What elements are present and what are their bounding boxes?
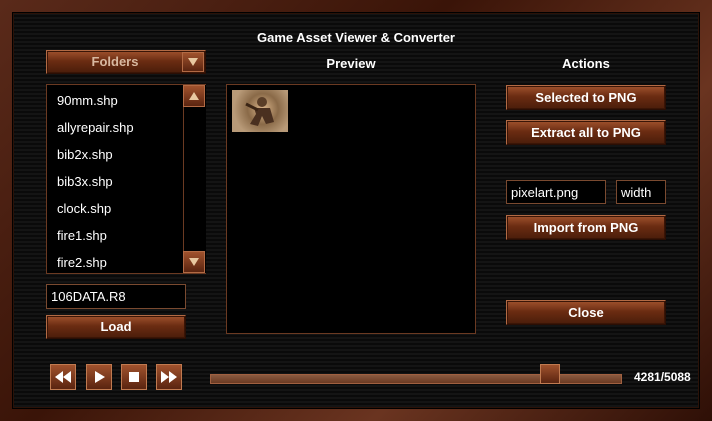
- list-item[interactable]: clock.shp: [47, 195, 183, 222]
- window-title: Game Asset Viewer & Converter: [257, 30, 455, 45]
- width-value: width: [621, 184, 652, 200]
- folders-label: Folders: [91, 54, 139, 69]
- chevron-up-icon: [189, 92, 199, 100]
- import-from-png-button[interactable]: Import from PNG: [506, 215, 666, 240]
- list-item[interactable]: fire1.shp: [47, 222, 183, 249]
- frame-slider-thumb[interactable]: [540, 364, 561, 384]
- mix-file-value: 106DATA.R8: [51, 289, 126, 304]
- play-button[interactable]: [86, 364, 112, 390]
- chevron-down-icon[interactable]: [182, 52, 204, 72]
- sprite-thumbnail[interactable]: [232, 90, 288, 132]
- chevron-down-icon: [189, 258, 199, 266]
- play-icon: [95, 371, 105, 383]
- list-item[interactable]: allyrepair.shp: [47, 114, 183, 141]
- load-button[interactable]: Load: [46, 315, 186, 339]
- actions-heading: Actions: [562, 56, 610, 71]
- fast-forward-icon: [161, 371, 177, 383]
- list-item[interactable]: bib2x.shp: [47, 141, 183, 168]
- fast-forward-button[interactable]: [156, 364, 182, 390]
- scroll-down-button[interactable]: [183, 251, 205, 273]
- scroll-up-button[interactable]: [183, 85, 205, 107]
- extract-all-button[interactable]: Extract all to PNG: [506, 120, 666, 145]
- stop-button[interactable]: [121, 364, 147, 390]
- preview-panel: [226, 84, 476, 334]
- file-list: 90mm.shp allyrepair.shp bib2x.shp bib3x.shp…: [46, 84, 206, 274]
- list-item[interactable]: 90mm.shp: [47, 87, 183, 114]
- png-name-field[interactable]: pixelart.png: [506, 180, 606, 204]
- selected-to-png-button[interactable]: Selected to PNG: [506, 85, 666, 110]
- frame-counter: 4281/5088: [634, 370, 691, 384]
- list-item[interactable]: bib3x.shp: [47, 168, 183, 195]
- png-name-value: pixelart.png: [511, 184, 579, 200]
- rewind-button[interactable]: [50, 364, 76, 390]
- soldier-sprite-icon: [245, 97, 274, 126]
- rewind-icon: [55, 371, 71, 383]
- width-field[interactable]: width: [616, 180, 666, 204]
- preview-heading: Preview: [326, 56, 376, 71]
- file-items: 90mm.shp allyrepair.shp bib2x.shp bib3x.shp…: [47, 87, 183, 276]
- list-scrollbar[interactable]: [183, 85, 206, 273]
- list-item[interactable]: fire2.shp: [47, 249, 183, 276]
- close-button[interactable]: Close: [506, 300, 666, 325]
- mix-file-field[interactable]: 106DATA.R8: [46, 284, 186, 309]
- stop-icon: [129, 372, 139, 382]
